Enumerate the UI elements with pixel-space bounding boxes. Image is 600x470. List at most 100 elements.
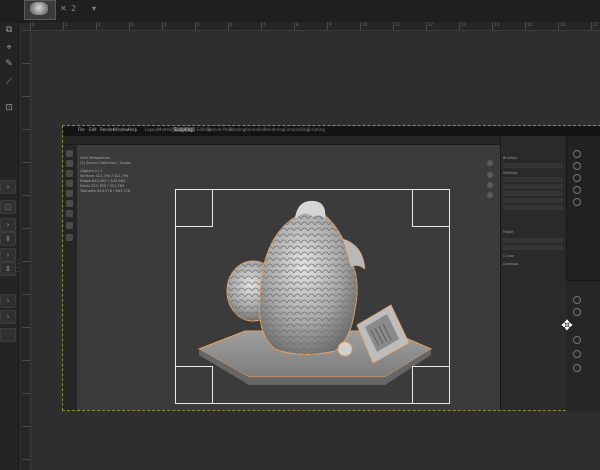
blender-tab-scripting: Scripting	[307, 127, 325, 132]
blender-smooth-tool-icon	[66, 180, 73, 187]
ruler-tick	[261, 22, 262, 30]
ruler-tick	[393, 22, 394, 30]
blender-tab-compositing: Compositing	[284, 127, 310, 132]
ruler-tick	[22, 426, 30, 427]
tool-option-dropdown-3[interactable]: ›	[0, 248, 16, 262]
horizontal-ruler[interactable]	[30, 22, 600, 31]
ruler-tick-label: 7	[263, 22, 266, 27]
blender-tab-layout: Layout	[145, 127, 159, 132]
pan-gizmo-icon	[487, 182, 493, 188]
ruler-tick	[22, 261, 30, 262]
prop-section-settings: Settings	[503, 171, 518, 175]
ruler-tick-label: 10	[362, 22, 368, 27]
ruler-tick-label: 12	[428, 22, 434, 27]
blender-flatten-tool-icon	[66, 190, 73, 197]
toolbox-panel	[0, 22, 19, 470]
ruler-tick	[228, 22, 229, 30]
outliner-icon-2	[573, 162, 581, 170]
ruler-tick-label: 15	[527, 22, 533, 27]
ruler-tick-label: 16	[560, 22, 566, 27]
eyedropper-icon[interactable]: ⌖	[3, 42, 15, 54]
brush-icon[interactable]: ⟋	[3, 76, 15, 88]
tool-option-stepper-2[interactable]: ⇕	[0, 262, 16, 276]
blender-tab-animation: Animation	[245, 127, 266, 132]
ruler-tick	[22, 459, 30, 460]
ruler-tick	[22, 129, 30, 130]
ruler-tick-label: 17	[593, 22, 599, 27]
ruler-tick-label: 2	[98, 22, 101, 27]
prop-spacing-row	[503, 205, 563, 210]
ruler-tick	[22, 228, 30, 229]
ruler-tick	[360, 22, 361, 30]
prop-hardness-row	[503, 198, 563, 203]
navigation-gizmo-icon	[487, 160, 493, 166]
tool-option-dropdown-1[interactable]: ›	[0, 180, 16, 194]
ruler-tick-label: 14	[494, 22, 500, 27]
stat-triangles: Triangles 643,578 / 643,578	[80, 189, 131, 193]
panel-resize-handle[interactable]: · · · ·	[17, 257, 21, 278]
viewport-perspective-label: User Perspective	[80, 156, 111, 160]
viewport-collection-label: (1) Scene Collection | Sculpt	[80, 161, 131, 165]
thumbnail-image	[30, 2, 48, 15]
blender-snake-hook-tool-icon	[66, 210, 73, 217]
ruler-tick	[492, 22, 493, 30]
tab-menu-icon[interactable]: ▾	[92, 4, 96, 13]
ruler-tick	[22, 162, 30, 163]
top-bar	[0, 0, 600, 23]
prop-section-brushes: Brushes	[503, 156, 518, 160]
outliner-icon-5	[573, 198, 581, 206]
outliner-icon-3	[573, 174, 581, 182]
tool-option-input[interactable]	[0, 328, 16, 342]
secondary-tool-icon-2	[573, 308, 581, 316]
paintbrush-icon[interactable]: ✎	[3, 58, 15, 70]
ruler-tick-label: 9	[329, 22, 332, 27]
ruler-tick	[30, 22, 31, 30]
blender-draw-tool-icon	[66, 150, 73, 157]
stat-edges: Edges 643,582 / 643,582	[80, 179, 126, 183]
ruler-tick-label: 8	[296, 22, 299, 27]
secondary-tool-icon-1	[573, 296, 581, 304]
prop-section-cursor: Cursor	[503, 254, 515, 258]
ruler-tick	[558, 22, 559, 30]
camera-corner-top-left	[175, 189, 213, 227]
prop-radius-row	[503, 177, 563, 182]
prop-falloff-row-2	[503, 245, 563, 250]
prop-brush-selector	[503, 163, 563, 168]
tab-close-icon[interactable]: ✕	[60, 4, 67, 13]
ruler-tick	[22, 30, 30, 31]
stat-vertices: Vertices 321,794 / 321,794	[80, 174, 129, 178]
tool-option-toggle[interactable]: ▢	[0, 200, 16, 214]
ruler-tick	[22, 393, 30, 394]
crop-icon[interactable]: ⧉	[3, 24, 15, 36]
blender-tab-rendering: Rendering	[264, 127, 285, 132]
tool-option-stepper-1[interactable]: ⇕	[0, 232, 16, 246]
ruler-tick	[22, 96, 30, 97]
tool-option-dropdown-2[interactable]: ›	[0, 218, 16, 232]
ruler-tick	[129, 22, 130, 30]
ruler-tick-label: 5	[197, 22, 200, 27]
prop-strength-row	[503, 184, 563, 189]
secondary-tool-icon-4	[573, 350, 581, 358]
zoom-gizmo-icon	[487, 172, 493, 178]
blender-secondary-tools	[566, 280, 600, 411]
tool-option-dropdown-5[interactable]: ›	[0, 310, 16, 324]
blender-menu-file: File	[78, 127, 85, 132]
camera-gizmo-icon	[487, 192, 493, 198]
blender-grab-tool-icon	[66, 200, 73, 207]
ruler-tick	[525, 22, 526, 30]
prop-normal-radius-row	[503, 191, 563, 196]
camera-corner-bottom-right	[412, 366, 450, 404]
tab-counter: 2	[71, 4, 77, 13]
ruler-tick	[22, 195, 30, 196]
tool-option-dropdown-4[interactable]: ›	[0, 294, 16, 308]
secondary-tool-icon-5	[573, 364, 581, 372]
blender-clay-tool-icon	[66, 160, 73, 167]
ruler-tick	[459, 22, 460, 30]
blender-tab-shading: Shading	[229, 127, 246, 132]
ruler-tick-label: 1	[65, 22, 68, 27]
layer-add-icon[interactable]: ⊡	[3, 102, 15, 114]
ruler-tick-label: 13	[461, 22, 467, 27]
ruler-tick	[22, 63, 30, 64]
outliner-icon-1	[573, 150, 581, 158]
ruler-tick-label: 0	[32, 22, 35, 27]
